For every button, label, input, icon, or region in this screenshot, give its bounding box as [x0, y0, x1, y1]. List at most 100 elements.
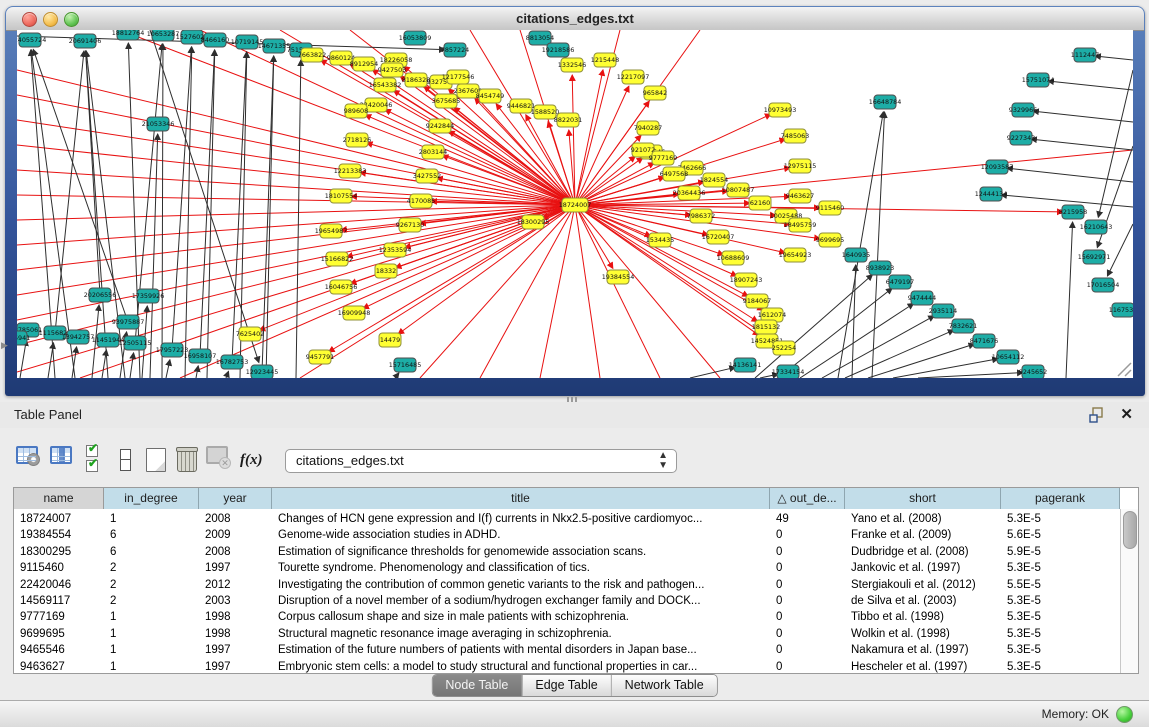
close-panel-icon[interactable]: ✕ — [1120, 405, 1133, 423]
graph-node[interactable]: 9245652 — [1019, 365, 1047, 378]
graph-node[interactable]: 8466160 — [201, 33, 229, 47]
scrollbar-thumb[interactable] — [1123, 511, 1137, 549]
graph-node[interactable]: 18332 — [375, 264, 397, 278]
graph-node[interactable]: 15692971 — [1078, 250, 1111, 264]
graph-edge[interactable] — [1031, 139, 1133, 150]
graph-edge[interactable] — [150, 30, 259, 362]
select-columns-check-icon[interactable] — [84, 444, 110, 472]
graph-node[interactable]: 9329966 — [1009, 103, 1037, 117]
column-header-year[interactable]: year — [199, 488, 272, 509]
tab-network-table[interactable]: Network Table — [611, 675, 717, 696]
graph-node[interactable]: 9184067 — [743, 294, 771, 308]
graph-node[interactable]: 7663822 — [298, 48, 326, 62]
graph-node[interactable]: 14479 — [379, 333, 401, 347]
graph-node[interactable]: 6497568 — [660, 167, 688, 181]
column-header-name[interactable]: name — [14, 488, 104, 509]
graph-node[interactable]: 12213383 — [334, 164, 367, 178]
table-settings-icon[interactable] — [16, 446, 42, 474]
graph-edge[interactable] — [17, 205, 575, 220]
graph-node[interactable]: 1640935 — [842, 248, 870, 262]
graph-edge[interactable] — [852, 265, 856, 378]
graph-edge[interactable] — [918, 373, 1023, 378]
graph-edge[interactable] — [575, 205, 759, 335]
graph-node[interactable]: 19654923 — [779, 248, 812, 262]
graph-node[interactable]: 15716485 — [389, 358, 422, 372]
graph-node[interactable]: 16782753 — [216, 355, 249, 369]
graph-edge[interactable] — [540, 205, 575, 378]
graph-node[interactable]: 2718126 — [343, 133, 371, 147]
graph-node[interactable]: 20206556 — [84, 288, 117, 302]
vertical-scrollbar[interactable] — [1120, 509, 1138, 673]
graph-node[interactable]: 9457791 — [306, 350, 334, 364]
graph-node[interactable]: 16053809 — [399, 31, 432, 45]
graph-node[interactable]: 1332546 — [558, 58, 586, 72]
graph-node[interactable]: 12923445 — [246, 365, 279, 378]
graph-node[interactable]: 9427503 — [378, 63, 406, 77]
graph-edge[interactable] — [102, 350, 106, 378]
graph-node[interactable]: 9267130 — [396, 218, 424, 232]
graph-edge[interactable] — [1066, 222, 1073, 378]
tab-edge-table[interactable]: Edge Table — [521, 675, 610, 696]
graph-node[interactable]: 19384554 — [602, 270, 635, 284]
graph-edge[interactable] — [130, 353, 134, 378]
graph-node[interactable]: 12217097 — [617, 70, 650, 84]
graph-node[interactable]: 6479197 — [886, 275, 914, 289]
graph-edge[interactable] — [48, 343, 53, 378]
tab-node-table[interactable]: Node Table — [432, 675, 521, 696]
graph-edge[interactable] — [86, 51, 100, 295]
graph-edge[interactable] — [1095, 56, 1133, 60]
column-header-pagerank[interactable]: pagerank — [1001, 488, 1120, 509]
graph-node[interactable]: 1534435 — [646, 233, 674, 247]
graph-node[interactable]: 8454749 — [476, 89, 504, 103]
graph-node[interactable]: 19654987 — [315, 224, 348, 238]
graph-node[interactable]: 7485063 — [781, 129, 809, 143]
graph-node[interactable]: 14136141 — [729, 358, 762, 372]
graph-node[interactable]: 8938923 — [866, 261, 894, 275]
graph-node[interactable]: 7832621 — [949, 319, 977, 333]
graph-node[interactable]: 16720407 — [702, 230, 735, 244]
graph-edge[interactable] — [822, 316, 934, 378]
collapsed-panel-arrow-icon[interactable]: ▶ — [1, 340, 8, 351]
graph-node[interactable]: 1167533 — [1109, 303, 1133, 317]
graph-edge[interactable] — [200, 50, 215, 356]
new-file-icon[interactable] — [143, 446, 169, 474]
graph-edge[interactable] — [17, 205, 575, 295]
graph-node[interactable]: 8471676 — [970, 334, 998, 348]
graph-node[interactable]: 9115460 — [816, 201, 844, 215]
graph-node[interactable]: 8215958 — [1059, 205, 1087, 219]
graph-edge[interactable] — [166, 360, 170, 378]
graph-node[interactable]: 7986372 — [687, 209, 715, 223]
graph-node[interactable]: 10653287 — [147, 30, 180, 41]
graph-edge[interactable] — [207, 50, 215, 378]
graph-node[interactable]: 10807487 — [722, 183, 755, 197]
graph-node[interactable]: 1112447 — [1071, 48, 1099, 62]
network-window-titlebar[interactable]: citations_edges.txt — [6, 7, 1144, 31]
graph-edge[interactable] — [232, 52, 247, 362]
graph-node[interactable]: 9474444 — [908, 291, 936, 305]
graph-node[interactable]: 7857224 — [441, 43, 469, 57]
graph-node[interactable]: 9699695 — [816, 233, 844, 247]
column-select-icon[interactable] — [50, 446, 76, 474]
graph-node[interactable]: 20691406 — [69, 34, 102, 48]
column-header-out-de-[interactable]: △ out_de... — [770, 488, 845, 509]
graph-node[interactable]: 62160 — [749, 196, 771, 210]
graph-edge[interactable] — [17, 205, 575, 270]
graph-node[interactable]: 989608 — [344, 104, 368, 118]
column-header-short[interactable]: short — [845, 488, 1001, 509]
graph-node[interactable]: 20364436 — [673, 186, 706, 200]
graph-node[interactable]: 9227343 — [1007, 131, 1035, 145]
graph-node[interactable]: 15751074 — [1022, 73, 1055, 87]
float-window-icon[interactable] — [1089, 407, 1105, 423]
function-builder-icon[interactable]: f(x) — [240, 446, 266, 474]
graph-edge[interactable] — [872, 112, 885, 378]
table-row[interactable]: 911546021997Tourette syndrome. Phenomeno… — [14, 560, 1121, 576]
graph-node[interactable]: 7625402 — [236, 327, 264, 341]
delete-table-icon[interactable] — [174, 446, 200, 474]
graph-edge[interactable] — [365, 115, 575, 205]
graph-node[interactable]: 8822031 — [554, 113, 582, 127]
graph-edge[interactable] — [17, 95, 575, 205]
graph-node[interactable]: 3675685 — [432, 94, 460, 108]
table-row[interactable]: 1456911722003Disruption of a novel membe… — [14, 593, 1121, 609]
graph-node[interactable]: 965842 — [643, 86, 667, 100]
graph-node[interactable]: 1824554 — [700, 173, 728, 187]
